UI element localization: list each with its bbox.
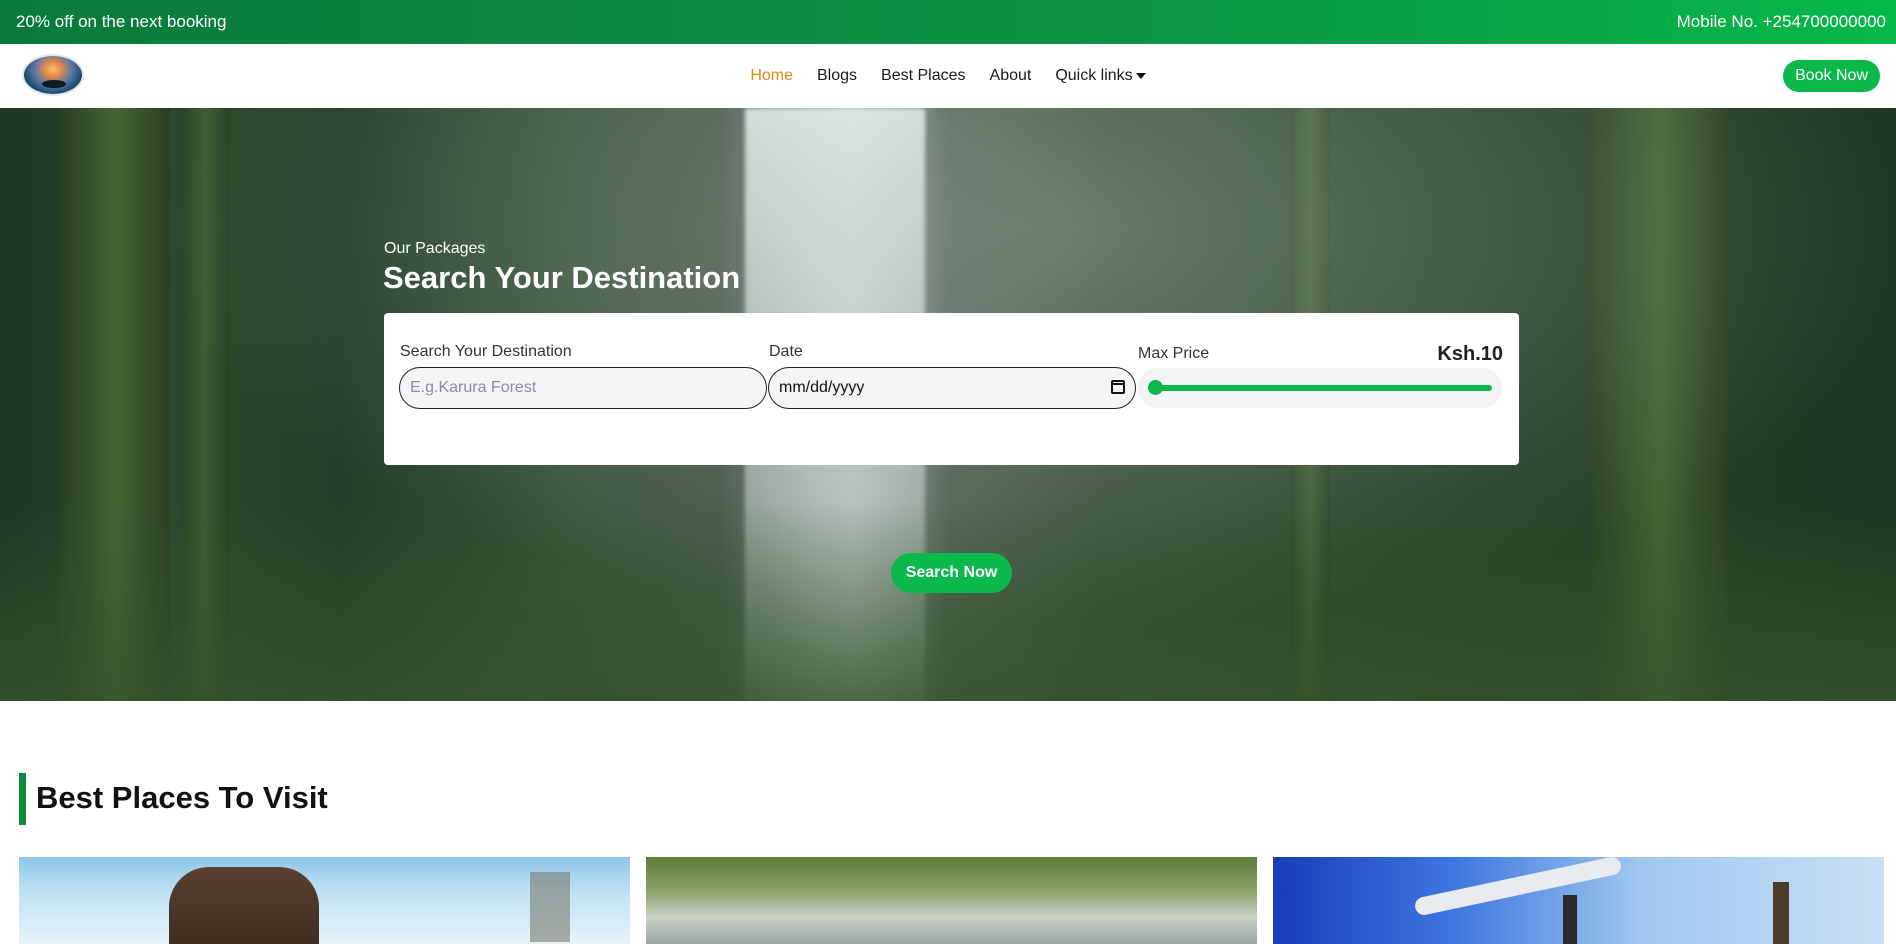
nav-quick-links[interactable]: Quick links <box>1055 67 1146 85</box>
date-label: Date <box>769 343 803 360</box>
nav-quick-links-label: Quick links <box>1055 67 1133 84</box>
hero-title: Search Your Destination <box>383 260 741 295</box>
big-ben-photo <box>1773 882 1789 944</box>
section-accent-bar <box>19 773 26 825</box>
nav-best-places[interactable]: Best Places <box>881 67 965 85</box>
promo-bar: 20% off on the next booking Mobile No. +… <box>0 0 1896 44</box>
hero-ground <box>0 501 1896 701</box>
price-slider-track[interactable] <box>1152 385 1492 391</box>
hero-banner: Our Packages Search Your Destination Sea… <box>0 108 1896 701</box>
max-price-value: Ksh.10 <box>1437 343 1503 365</box>
date-placeholder: mm/dd/yyyy <box>779 379 865 396</box>
airplane-photo <box>1413 857 1623 917</box>
temple-silhouette <box>530 872 570 942</box>
place-card-traveler[interactable] <box>19 857 630 944</box>
navbar: Home Blogs Best Places About Quick links… <box>0 44 1896 108</box>
search-card: Search Your Destination E.g.Karura Fores… <box>384 313 1519 465</box>
nav-about[interactable]: About <box>990 67 1032 85</box>
island-logo-icon[interactable] <box>22 54 84 96</box>
destination-label: Search Your Destination <box>400 343 572 360</box>
place-card-landmarks[interactable] <box>1273 857 1884 944</box>
date-input[interactable]: mm/dd/yyyy <box>768 367 1136 409</box>
search-now-button[interactable]: Search Now <box>891 553 1012 593</box>
promo-text: 20% off on the next booking <box>16 12 227 31</box>
calendar-icon[interactable] <box>1111 380 1125 394</box>
caret-down-icon <box>1135 72 1146 79</box>
nav-home[interactable]: Home <box>750 67 793 85</box>
price-slider-thumb[interactable] <box>1148 380 1163 395</box>
destination-input[interactable]: E.g.Karura Forest <box>399 367 767 409</box>
hero-subtitle: Our Packages <box>384 240 486 257</box>
nav-blogs[interactable]: Blogs <box>817 67 857 85</box>
traveler-photo <box>169 867 319 944</box>
section-title: Best Places To Visit <box>36 780 328 815</box>
eiffel-tower-photo <box>1563 895 1577 944</box>
mobile-number: Mobile No. +254700000000 <box>1676 12 1886 31</box>
place-card-karst[interactable] <box>646 857 1257 944</box>
book-now-button[interactable]: Book Now <box>1783 60 1880 92</box>
main-nav: Home Blogs Best Places About Quick links <box>0 44 1896 108</box>
max-price-label: Max Price <box>1138 345 1210 362</box>
